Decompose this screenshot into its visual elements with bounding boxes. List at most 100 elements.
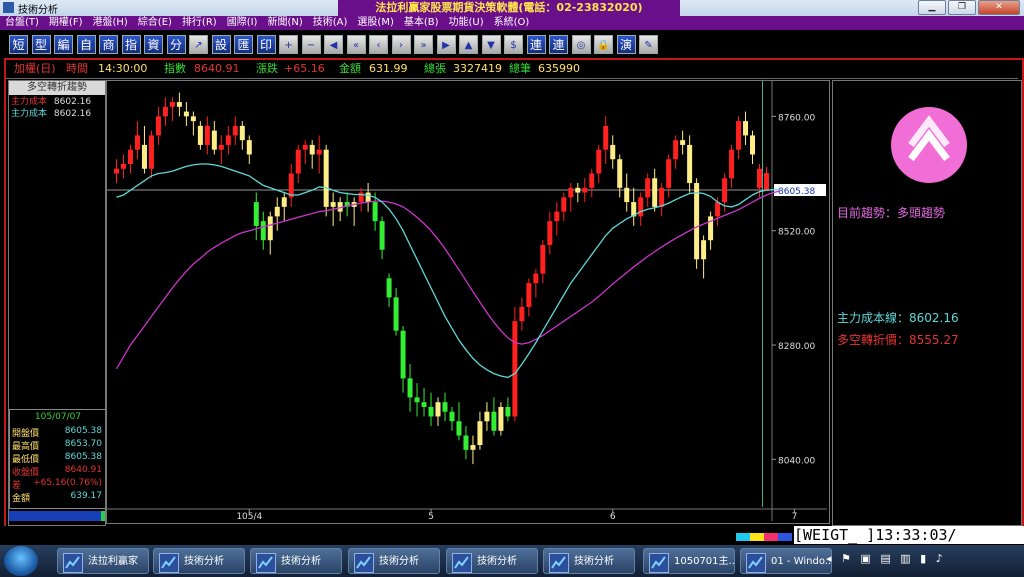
menu-item-5[interactable]: 國際(I): [222, 16, 263, 30]
total-trades-label: 總筆: [509, 62, 531, 75]
stat-value: 639.17: [70, 491, 103, 501]
close-button[interactable]: ✕: [978, 0, 1020, 15]
toolbar-nav-button-8[interactable]: ▲: [459, 35, 478, 54]
menu-item-10[interactable]: 功能(U): [444, 16, 489, 30]
taskbar-item-5[interactable]: 技術分析: [543, 548, 635, 574]
cost-value-2: 8602.16: [53, 109, 92, 119]
time-label: 時間: [66, 62, 88, 75]
tray-network-icon[interactable]: ▥: [900, 552, 910, 565]
candle-body: [225, 135, 231, 145]
toolbar-text-button-5[interactable]: 指: [121, 35, 141, 54]
toolbar-text-button-7[interactable]: 分: [166, 35, 186, 54]
candle-body: [253, 202, 259, 226]
taskbar-item-4[interactable]: 技術分析: [446, 548, 538, 574]
taskbar-item-0[interactable]: 法拉利贏家: [57, 548, 149, 574]
trend-panel-title[interactable]: 多空轉折趨勢: [9, 81, 105, 95]
candle-body: [701, 240, 707, 260]
candle-body: [652, 178, 658, 207]
candle-body: [183, 111, 189, 117]
stat-diff: 差 +65.16(0.76%): [12, 478, 104, 491]
menu-item-7[interactable]: 技術(A): [308, 16, 353, 30]
tray-volume-icon[interactable]: ♪: [936, 552, 943, 565]
toolbar-nav-button-4[interactable]: ‹: [369, 35, 388, 54]
ma-line-cyan: [116, 163, 781, 379]
candle-body: [295, 149, 301, 174]
minimize-button[interactable]: ▁: [918, 0, 946, 15]
toolbar-text-button-6[interactable]: 資: [144, 35, 163, 54]
taskbar-app-icon: [452, 553, 472, 573]
tray-power-icon[interactable]: ▮: [920, 552, 926, 565]
change-label: 漲跌: [256, 62, 278, 75]
banner-phone: 法拉利贏家股票期貨決策軟體(電話：02-23832020): [338, 0, 680, 16]
toolbar-nav-button-6[interactable]: »: [414, 35, 433, 54]
candle-body: [393, 297, 399, 331]
toolbar-play-button-0[interactable]: 演: [616, 35, 636, 54]
toolbar-text-button-0[interactable]: 短: [9, 35, 28, 54]
stat-value: 8640.91: [64, 465, 102, 475]
toolbar-nav-button-1[interactable]: −: [301, 35, 321, 54]
toolbar-setting-button-2[interactable]: 印: [256, 35, 276, 54]
candle-body: [554, 211, 560, 222]
tray-arrow-icon[interactable]: ◂: [826, 552, 832, 565]
toolbar-nav-button-9[interactable]: ▼: [481, 35, 501, 54]
toolbar-lock-button-1[interactable]: 🔒: [594, 35, 613, 54]
taskbar-item-2[interactable]: 技術分析: [250, 548, 342, 574]
toolbar-nav-button-5[interactable]: ›: [391, 35, 411, 54]
candle-body: [302, 144, 308, 150]
cost-row-1: 主力成本 8602.16: [11, 97, 91, 108]
candle-body: [162, 106, 168, 117]
taskbar-item-3[interactable]: 技術分析: [348, 548, 440, 574]
menu-item-1[interactable]: 期權(F): [44, 16, 88, 30]
toolbar-text-button-2[interactable]: 編: [54, 35, 73, 54]
candle-body: [316, 149, 322, 155]
chart-icon[interactable]: ↗: [189, 35, 208, 54]
menu-item-0[interactable]: 台盤(T): [0, 16, 44, 30]
toolbar-nav-button-10[interactable]: $: [504, 35, 523, 54]
stat-value: 8605.38: [64, 452, 102, 462]
candle-body: [113, 168, 119, 174]
menu-item-11[interactable]: 系統(O): [489, 16, 535, 30]
toolbar-edit-button-0[interactable]: ✎: [639, 35, 658, 54]
toolbar-setting-button-1[interactable]: 匯: [234, 35, 253, 54]
menu-item-4[interactable]: 排行(R): [177, 16, 222, 30]
taskbar-item-6[interactable]: 1050701主...: [643, 548, 735, 574]
toolbar-nav-button-0[interactable]: +: [279, 35, 298, 54]
tray-window-icon[interactable]: ▣: [860, 552, 870, 565]
clock-readout: [WEIGT_ ]13:33:03/: [794, 526, 1024, 544]
menu-item-2[interactable]: 港盤(H): [87, 16, 132, 30]
candle-body: [764, 173, 770, 191]
right-panel: 目前趨勢：多頭趨勢 主力成本線：8602.16 多空轉折價：8555.27: [832, 80, 1022, 526]
menu-item-6[interactable]: 新聞(N): [262, 16, 307, 30]
taskbar-item-label: 技術分析: [477, 556, 517, 567]
toolbar-text-button-4[interactable]: 商: [99, 35, 118, 54]
toolbar-link-button-0[interactable]: 連: [526, 35, 546, 54]
toolbar-text-button-3[interactable]: 自: [76, 35, 96, 54]
amount-label: 金額: [339, 62, 361, 75]
candle-body: [281, 197, 287, 207]
restore-button[interactable]: ❐: [948, 0, 976, 15]
menu-item-9[interactable]: 基本(B): [399, 16, 444, 30]
toolbar-nav-button-7[interactable]: ▶: [436, 35, 456, 54]
toolbar: 短型編自商指資分 ↗ 設匯印 + − ◀ «‹ ›» ▶ ▲ ▼ $ 連連 ◎ 🔒 演 ✎: [0, 31, 1024, 58]
stat-label: 收盤價: [12, 468, 40, 478]
tray-flag-icon[interactable]: ⚑: [841, 552, 851, 565]
toolbar-nav-button-2[interactable]: ◀: [324, 35, 343, 54]
toolbar-text-button-1[interactable]: 型: [31, 35, 51, 54]
candle-body: [442, 402, 448, 412]
start-button[interactable]: [4, 546, 38, 576]
taskbar-item-7[interactable]: 01 - Windo...: [740, 548, 832, 574]
toolbar-nav-button-3[interactable]: «: [346, 35, 366, 54]
menu-item-3[interactable]: 綜合(E): [133, 16, 177, 30]
scroll-position-bar[interactable]: [9, 511, 105, 521]
taskbar-item-1[interactable]: 技術分析: [153, 548, 245, 574]
candle-body: [547, 221, 553, 245]
toolbar-lock-button-0[interactable]: ◎: [571, 35, 591, 54]
toolbar-link-button-1[interactable]: 連: [549, 35, 568, 54]
tray-clipboard-icon[interactable]: ▤: [880, 552, 890, 565]
current-trend: 目前趨勢：多頭趨勢: [837, 206, 946, 220]
toolbar-setting-button-0[interactable]: 設: [211, 35, 231, 54]
taskbar-item-label: 法拉利贏家: [88, 556, 138, 567]
stats-date: 105/07/07: [34, 412, 82, 422]
menu-item-8[interactable]: 選股(M): [352, 16, 398, 30]
candlestick-chart[interactable]: 8760.00 8520.00 8280.00 8040.00 8605.38 105/4…: [106, 80, 830, 524]
